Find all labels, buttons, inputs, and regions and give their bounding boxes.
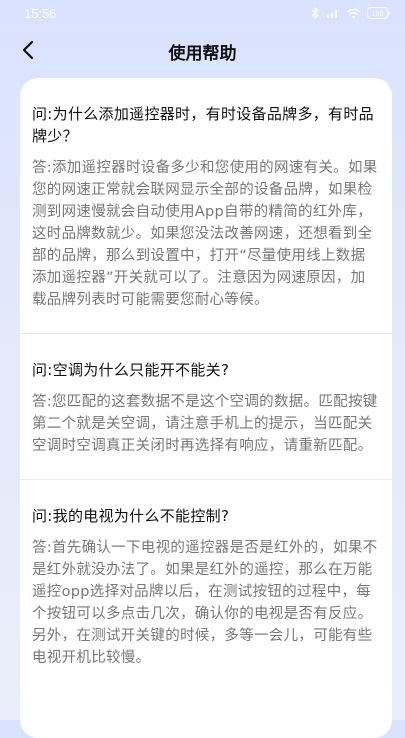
status-bar: 15:56 100: [0, 0, 405, 26]
navigation-bar: 使用帮助: [0, 26, 405, 78]
signal-icon: [326, 8, 340, 19]
back-button[interactable]: [12, 36, 44, 68]
help-content-card[interactable]: 问:为什么添加遥控器时，有时设备品牌多，有时品牌少？ 答:添加遥控器时设备多少和…: [20, 78, 392, 738]
faq-item: 问:为什么添加遥控器时，有时设备品牌多，有时品牌少？ 答:添加遥控器时设备多少和…: [20, 78, 392, 333]
faq-question: 问:空调为什么只能开不能关?: [32, 361, 230, 379]
chevron-left-icon: [21, 40, 35, 64]
status-time: 15:56: [24, 5, 57, 21]
page-title: 使用帮助: [168, 44, 237, 64]
status-icons: 100: [311, 7, 391, 19]
battery-icon: 100: [367, 7, 391, 19]
faq-answer: 答:添加遥控器时设备多少和您使用的网速有关。如果您的网速正常就会联网显示全部的设…: [32, 160, 378, 308]
faq-question: 问:我的电视为什么不能控制?: [32, 507, 230, 525]
wifi-icon: [346, 8, 361, 19]
faq-item: 问:我的电视为什么不能控制? 答:首先确认一下电视的遥控器是否是红外的，如果不是…: [20, 479, 392, 691]
faq-answer: 答:您匹配的这套数据不是这个空调的数据。匹配按键第二个就是关空调，请注意手机上的…: [32, 394, 378, 454]
battery-level: 100: [372, 11, 384, 18]
faq-answer: 答:首先确认一下电视的遥控器是否是红外的，如果不是红外就没办法了。如果是红外的遥…: [32, 540, 378, 666]
faq-item: 问:空调为什么只能开不能关? 答:您匹配的这套数据不是这个空调的数据。匹配按键第…: [20, 333, 392, 479]
faq-question: 问:为什么添加遥控器时，有时设备品牌多，有时品牌少？: [32, 105, 374, 145]
bluetooth-icon: [311, 7, 320, 19]
